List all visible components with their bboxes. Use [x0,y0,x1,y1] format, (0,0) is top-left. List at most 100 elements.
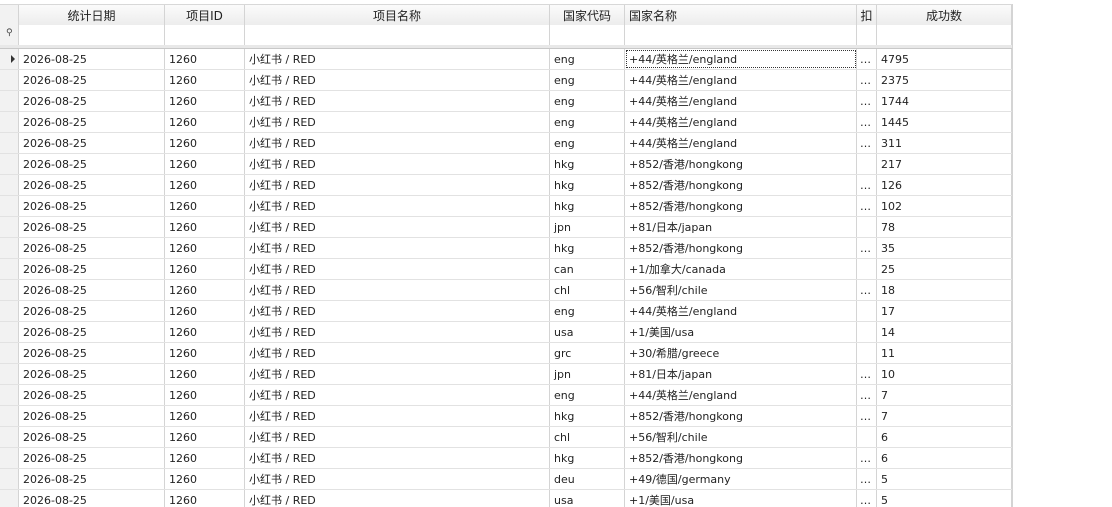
cell-country-code[interactable]: hkg [550,238,625,258]
filter-cell-country-name[interactable] [625,25,857,45]
cell-country-code[interactable]: chl [550,427,625,447]
cell-project-id[interactable]: 1260 [165,112,245,132]
cell-project-name[interactable]: 小红书 / RED [245,280,550,300]
cell-stat-date[interactable]: 2026-08-25 [19,343,165,363]
cell-success-count[interactable]: 14 [877,322,1012,342]
cell-country-name[interactable]: +852/香港/hongkong [625,196,857,216]
cell-project-name[interactable]: 小红书 / RED [245,301,550,321]
row-indicator[interactable] [0,70,19,90]
cell-project-id[interactable]: 1260 [165,133,245,153]
cell-project-id[interactable]: 1260 [165,49,245,69]
cell-success-count[interactable]: 2375 [877,70,1012,90]
cell-truncated[interactable] [857,343,877,363]
cell-success-count[interactable]: 17 [877,301,1012,321]
row-indicator[interactable] [0,133,19,153]
cell-project-id[interactable]: 1260 [165,322,245,342]
cell-country-name[interactable]: +1/美国/usa [625,322,857,342]
cell-country-name[interactable]: +852/香港/hongkong [625,154,857,174]
table-row[interactable]: 2026-08-25 1260 小红书 / RED eng +44/英格兰/englan… [0,301,1012,322]
cell-stat-date[interactable]: 2026-08-25 [19,385,165,405]
cell-country-code[interactable]: eng [550,49,625,69]
cell-project-id[interactable]: 1260 [165,364,245,384]
cell-project-id[interactable]: 1260 [165,469,245,489]
cell-stat-date[interactable]: 2026-08-25 [19,448,165,468]
table-row[interactable]: 2026-08-25 1260 小红书 / RED eng +44/英格兰/englan… [0,133,1012,154]
column-header-project-id[interactable]: 项目ID [165,5,245,26]
cell-project-name[interactable]: 小红书 / RED [245,217,550,237]
cell-project-name[interactable]: 小红书 / RED [245,406,550,426]
table-row[interactable]: 2026-08-25 1260 小红书 / RED usa +1/美国/usa 14 [0,322,1012,343]
cell-stat-date[interactable]: 2026-08-25 [19,91,165,111]
cell-success-count[interactable]: 311 [877,133,1012,153]
cell-country-name[interactable]: +56/智利/chile [625,427,857,447]
cell-country-name[interactable]: +81/日本/japan [625,217,857,237]
cell-country-name[interactable]: +44/英格兰/england [625,70,857,90]
row-indicator[interactable] [0,196,19,216]
cell-country-name[interactable]: +81/日本/japan [625,364,857,384]
table-row[interactable]: 2026-08-25 1260 小红书 / RED eng +44/英格兰/englan… [0,49,1012,70]
cell-stat-date[interactable]: 2026-08-25 [19,112,165,132]
cell-country-code[interactable]: eng [550,301,625,321]
cell-truncated[interactable]: … [857,196,877,216]
cell-stat-date[interactable]: 2026-08-25 [19,238,165,258]
cell-country-code[interactable]: hkg [550,196,625,216]
cell-country-code[interactable]: jpn [550,364,625,384]
cell-truncated[interactable]: … [857,490,877,507]
cell-country-name[interactable]: +44/英格兰/england [625,49,857,69]
cell-truncated[interactable]: … [857,280,877,300]
cell-project-id[interactable]: 1260 [165,175,245,195]
table-row[interactable]: 2026-08-25 1260 小红书 / RED jpn +81/日本/japan 78 [0,217,1012,238]
cell-project-name[interactable]: 小红书 / RED [245,385,550,405]
column-header-country-name[interactable]: 国家名称 [625,5,857,26]
cell-truncated[interactable]: … [857,133,877,153]
cell-truncated[interactable]: … [857,91,877,111]
cell-success-count[interactable]: 7 [877,385,1012,405]
row-indicator[interactable] [0,448,19,468]
cell-project-name[interactable]: 小红书 / RED [245,469,550,489]
cell-success-count[interactable]: 6 [877,427,1012,447]
cell-project-name[interactable]: 小红书 / RED [245,112,550,132]
table-row[interactable]: 2026-08-25 1260 小红书 / RED eng +44/英格兰/englan… [0,91,1012,112]
cell-stat-date[interactable]: 2026-08-25 [19,49,165,69]
cell-country-code[interactable]: chl [550,280,625,300]
cell-stat-date[interactable]: 2026-08-25 [19,70,165,90]
cell-truncated[interactable] [857,301,877,321]
cell-project-name[interactable]: 小红书 / RED [245,238,550,258]
table-row[interactable]: 2026-08-25 1260 小红书 / RED jpn +81/日本/japan… 1… [0,364,1012,385]
cell-country-code[interactable]: jpn [550,217,625,237]
cell-country-code[interactable]: usa [550,322,625,342]
cell-success-count[interactable]: 25 [877,259,1012,279]
cell-success-count[interactable]: 102 [877,196,1012,216]
cell-success-count[interactable]: 5 [877,490,1012,507]
cell-country-code[interactable]: eng [550,112,625,132]
row-indicator[interactable] [0,385,19,405]
cell-truncated[interactable]: … [857,175,877,195]
cell-stat-date[interactable]: 2026-08-25 [19,322,165,342]
cell-truncated[interactable] [857,322,877,342]
cell-country-name[interactable]: +852/香港/hongkong [625,448,857,468]
filter-cell-success-count[interactable] [877,25,1012,45]
table-row[interactable]: 2026-08-25 1260 小红书 / RED usa +1/美国/usa… 5 [0,490,1012,507]
cell-country-name[interactable]: +56/智利/chile [625,280,857,300]
filter-cell-country-code[interactable] [550,25,625,45]
cell-country-name[interactable]: +44/英格兰/england [625,385,857,405]
cell-country-code[interactable]: hkg [550,154,625,174]
cell-stat-date[interactable]: 2026-08-25 [19,406,165,426]
cell-project-name[interactable]: 小红书 / RED [245,343,550,363]
row-indicator[interactable] [0,322,19,342]
row-indicator[interactable] [0,343,19,363]
cell-project-name[interactable]: 小红书 / RED [245,427,550,447]
cell-country-code[interactable]: eng [550,133,625,153]
row-indicator[interactable] [0,490,19,507]
cell-country-name[interactable]: +49/德国/germany [625,469,857,489]
row-indicator[interactable] [0,469,19,489]
column-header-project-name[interactable]: 项目名称 [245,5,550,26]
cell-project-id[interactable]: 1260 [165,427,245,447]
cell-country-code[interactable]: hkg [550,448,625,468]
cell-success-count[interactable]: 35 [877,238,1012,258]
table-row[interactable]: 2026-08-25 1260 小红书 / RED hkg +852/香港/hongko… [0,238,1012,259]
cell-project-name[interactable]: 小红书 / RED [245,133,550,153]
cell-project-id[interactable]: 1260 [165,301,245,321]
row-indicator[interactable] [0,217,19,237]
cell-project-id[interactable]: 1260 [165,91,245,111]
